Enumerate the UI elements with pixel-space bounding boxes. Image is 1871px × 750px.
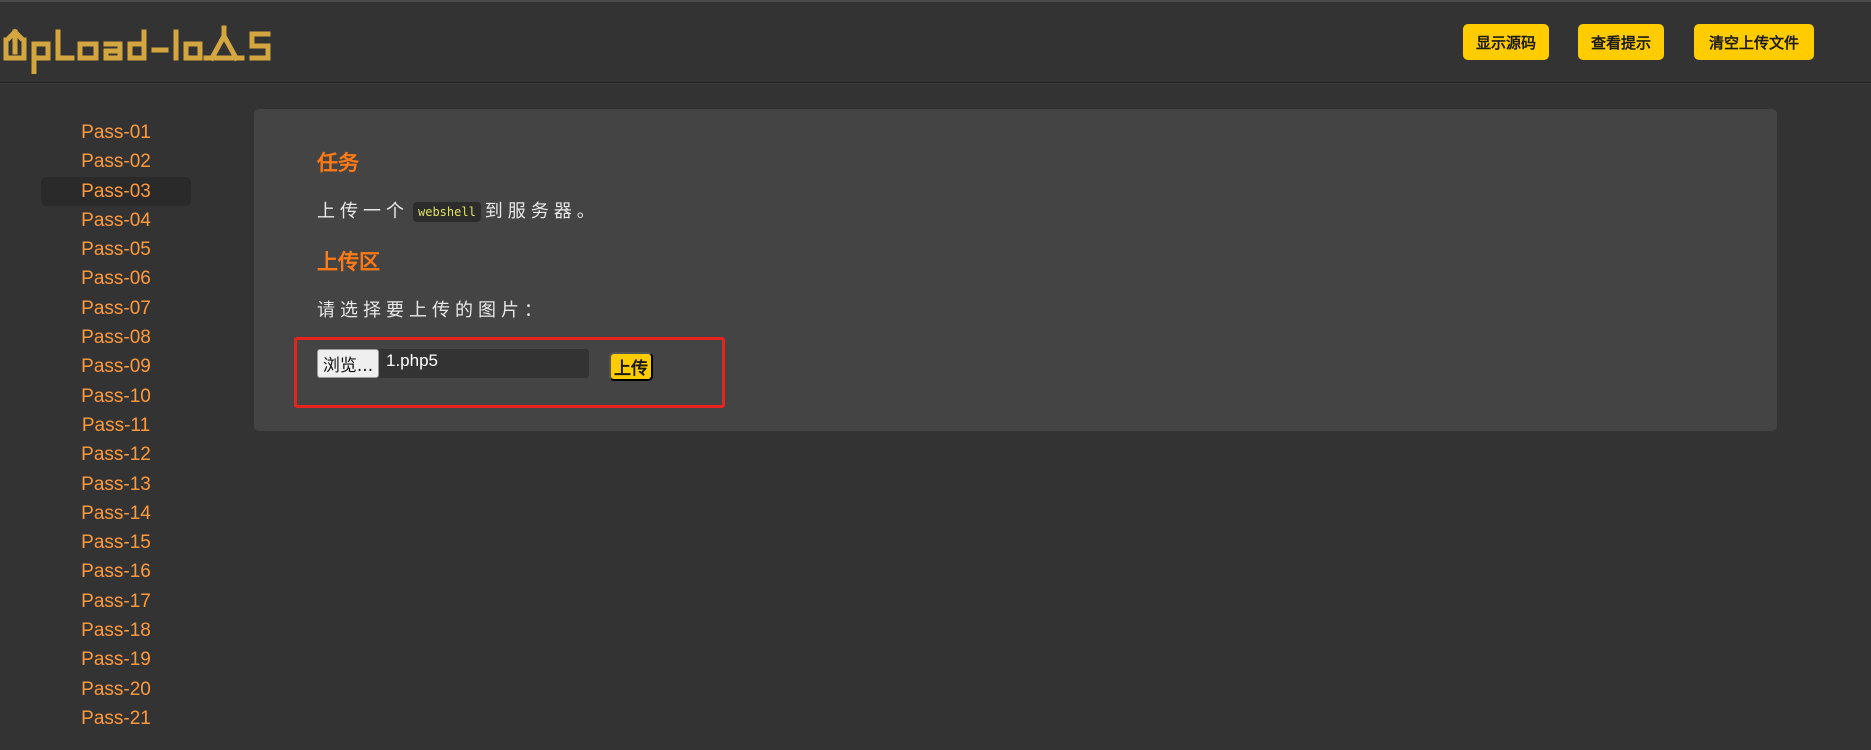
sidebar-item-pass-10[interactable]: Pass-10 bbox=[41, 382, 191, 411]
sidebar-item-pass-08[interactable]: Pass-08 bbox=[41, 323, 191, 352]
sidebar-item-pass-18[interactable]: Pass-18 bbox=[41, 616, 191, 645]
upload-prompt: 请选择要上传的图片： bbox=[317, 300, 547, 321]
sidebar-item-pass-16[interactable]: Pass-16 bbox=[41, 557, 191, 586]
upload-submit-button[interactable]: 上传 bbox=[609, 352, 653, 381]
sidebar-item-pass-11[interactable]: Pass-11 bbox=[41, 411, 191, 440]
sidebar-item-pass-17[interactable]: Pass-17 bbox=[41, 587, 191, 616]
top-bar: 显示源码 查看提示 清空上传文件 bbox=[0, 0, 1871, 83]
sidebar-item-pass-01[interactable]: Pass-01 bbox=[41, 118, 191, 147]
view-hint-button[interactable]: 查看提示 bbox=[1578, 24, 1664, 60]
task-heading: 任务 bbox=[317, 151, 359, 175]
sidebar-item-pass-19[interactable]: Pass-19 bbox=[41, 645, 191, 674]
sidebar-item-pass-20[interactable]: Pass-20 bbox=[41, 675, 191, 704]
upload-area-heading: 上传区 bbox=[317, 250, 380, 274]
task-text-after: 到服务器。 bbox=[484, 201, 600, 222]
sidebar-item-pass-14[interactable]: Pass-14 bbox=[41, 499, 191, 528]
selected-file-name: 1.php5 bbox=[386, 351, 438, 370]
file-input[interactable]: 浏览... 1.php5 bbox=[317, 349, 589, 378]
logo-graphic bbox=[3, 25, 271, 75]
sidebar-item-pass-21[interactable]: Pass-21 bbox=[41, 704, 191, 733]
sidebar-item-pass-02[interactable]: Pass-02 bbox=[41, 147, 191, 176]
sidebar-item-pass-15[interactable]: Pass-15 bbox=[41, 528, 191, 557]
main-panel: 任务 上传一个 webshell 到服务器。 上传区 请选择要上传的图片： 浏览..… bbox=[254, 109, 1777, 431]
show-source-button[interactable]: 显示源码 bbox=[1463, 24, 1549, 60]
browse-button[interactable]: 浏览... bbox=[317, 349, 379, 378]
clear-uploads-button[interactable]: 清空上传文件 bbox=[1694, 24, 1814, 60]
logo[interactable] bbox=[0, 18, 290, 75]
sidebar-item-pass-09[interactable]: Pass-09 bbox=[41, 352, 191, 381]
task-description: 上传一个 webshell 到服务器。 bbox=[317, 197, 600, 223]
task-text-before: 上传一个 bbox=[317, 201, 409, 222]
sidebar-item-pass-12[interactable]: Pass-12 bbox=[41, 440, 191, 469]
sidebar-item-pass-07[interactable]: Pass-07 bbox=[41, 294, 191, 323]
sidebar-nav: Pass-01 Pass-02 Pass-03 Pass-04 Pass-05 … bbox=[41, 118, 191, 733]
webshell-code: webshell bbox=[413, 202, 481, 222]
sidebar-item-pass-06[interactable]: Pass-06 bbox=[41, 264, 191, 293]
sidebar-item-pass-05[interactable]: Pass-05 bbox=[41, 235, 191, 264]
sidebar-item-pass-04[interactable]: Pass-04 bbox=[41, 206, 191, 235]
sidebar-item-pass-13[interactable]: Pass-13 bbox=[41, 470, 191, 499]
sidebar-item-pass-03[interactable]: Pass-03 bbox=[41, 176, 191, 206]
